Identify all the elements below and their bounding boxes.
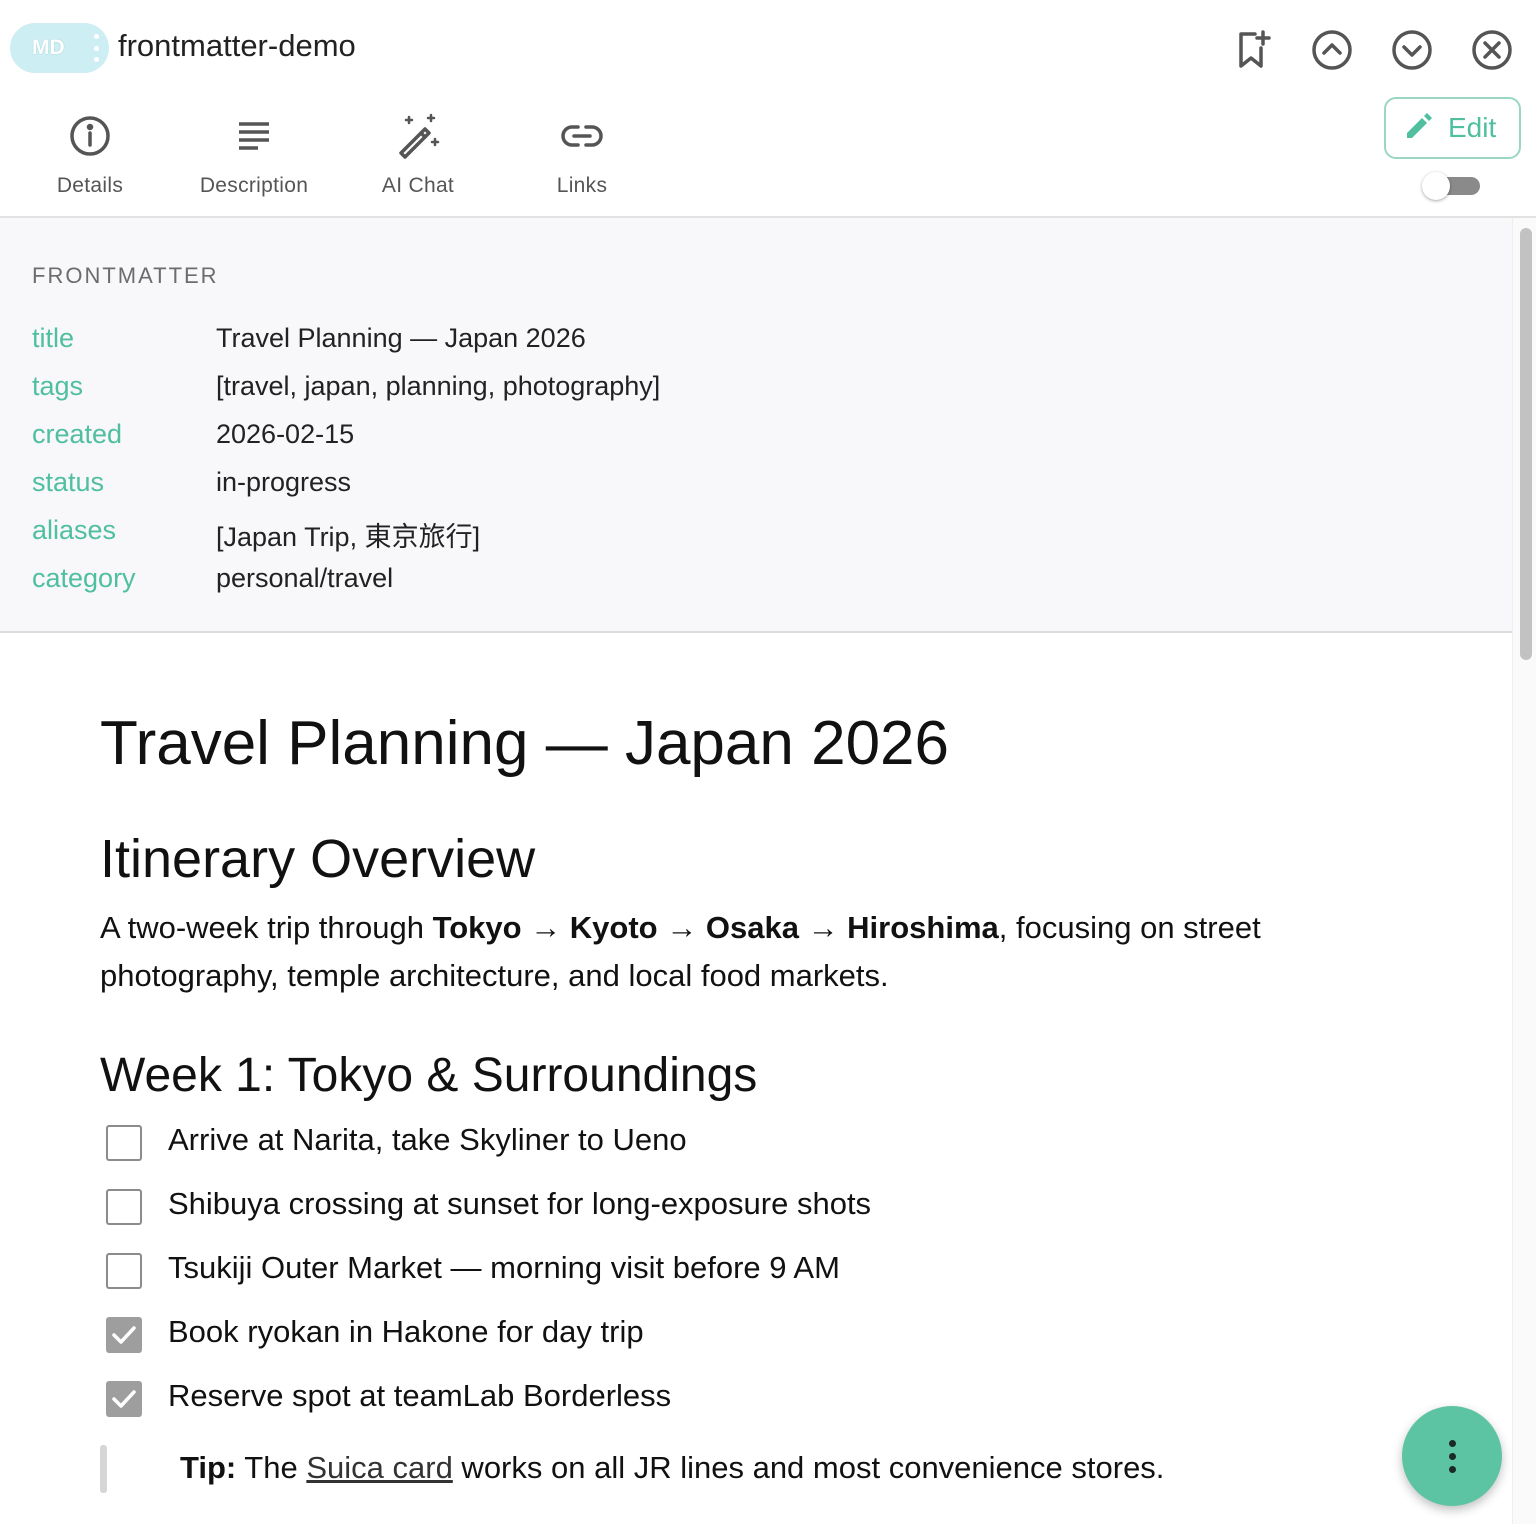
tab-bar: Details Description AI Chat Links: [0, 100, 1536, 216]
edit-button[interactable]: Edit: [1384, 97, 1521, 159]
city-tokyo: Tokyo: [432, 910, 522, 945]
tab-ai-chat[interactable]: AI Chat: [336, 112, 500, 198]
task-checkbox[interactable]: [106, 1125, 142, 1161]
task-text: Tsukiji Outer Market — morning visit bef…: [168, 1250, 840, 1285]
edit-button-label: Edit: [1448, 112, 1497, 143]
task-item[interactable]: Book ryokan in Hakone for day trip: [106, 1314, 1306, 1354]
frontmatter-row: tags [travel, japan, planning, photograp…: [32, 371, 1432, 411]
city-kyoto: Kyoto: [569, 910, 658, 945]
tab-links-label: Links: [556, 174, 608, 197]
section-heading: Itinerary Overview: [100, 829, 536, 889]
badge-menu-icon[interactable]: [94, 34, 100, 62]
info-icon: [8, 112, 172, 160]
task-checkbox[interactable]: [106, 1189, 142, 1225]
task-text: Book ryokan in Hakone for day trip: [168, 1314, 644, 1349]
text-lines-icon: [172, 112, 336, 160]
frontmatter-row: category personal/travel: [32, 563, 1432, 603]
chevron-up-circle-icon[interactable]: [1310, 28, 1354, 72]
task-checkbox[interactable]: [106, 1253, 142, 1289]
tip-label: Tip:: [180, 1450, 237, 1485]
task-checkbox-checked[interactable]: [106, 1381, 142, 1417]
tip-text: Tip: The Suica card works on all JR line…: [180, 1450, 1165, 1485]
frontmatter-row: status in-progress: [32, 467, 1432, 507]
tab-details[interactable]: Details: [8, 112, 172, 198]
task-item[interactable]: Arrive at Narita, take Skyliner to Ueno: [106, 1122, 1306, 1162]
pencil-icon: [1404, 111, 1434, 146]
frontmatter-value: [travel, japan, planning, photography]: [216, 371, 661, 401]
close-circle-icon[interactable]: [1470, 28, 1514, 72]
link-icon: [500, 112, 664, 160]
task-item[interactable]: Reserve spot at teamLab Borderless: [106, 1378, 1306, 1418]
suica-card-link[interactable]: Suica card: [306, 1450, 452, 1485]
frontmatter-row: created 2026-02-15: [32, 419, 1432, 459]
magic-wand-icon: [336, 112, 500, 160]
more-vertical-icon: [1448, 1439, 1456, 1473]
task-text: Arrive at Narita, take Skyliner to Ueno: [168, 1122, 687, 1157]
tab-links[interactable]: Links: [500, 112, 664, 198]
title-bar: MD frontmatter-demo: [0, 0, 1536, 96]
city-hiroshima: Hiroshima: [847, 910, 999, 945]
frontmatter-key: title: [32, 323, 75, 353]
city-osaka: Osaka: [705, 910, 799, 945]
tip-blockquote: Tip: The Suica card works on all JR line…: [100, 1443, 1400, 1493]
chevron-down-circle-icon[interactable]: [1390, 28, 1434, 72]
frontmatter-value: Travel Planning — Japan 2026: [216, 323, 586, 353]
task-item[interactable]: Tsukiji Outer Market — morning visit bef…: [106, 1250, 1306, 1290]
frontmatter-panel: FRONTMATTER title Travel Planning — Japa…: [0, 218, 1512, 633]
frontmatter-value: [Japan Trip, 東京旅行]: [216, 522, 481, 552]
subsection-heading: Week 1: Tokyo & Surroundings: [100, 1049, 758, 1102]
frontmatter-key: created: [32, 419, 123, 449]
more-options-button[interactable]: [1402, 1406, 1502, 1506]
task-checkbox-checked[interactable]: [106, 1317, 142, 1353]
frontmatter-value: personal/travel: [216, 563, 394, 593]
document-title: Travel Planning — Japan 2026: [100, 709, 950, 778]
frontmatter-key: tags: [32, 371, 84, 401]
frontmatter-key: status: [32, 467, 105, 497]
frontmatter-row: title Travel Planning — Japan 2026: [32, 323, 1432, 363]
overview-paragraph: A two-week trip through Tokyo → Kyoto → …: [100, 910, 1261, 993]
frontmatter-key: category: [32, 563, 136, 593]
task-text: Shibuya crossing at sunset for long-expo…: [168, 1186, 872, 1221]
frontmatter-key: aliases: [32, 515, 117, 545]
tab-description-label: Description: [199, 174, 309, 197]
frontmatter-value: in-progress: [216, 467, 352, 497]
frontmatter-heading: FRONTMATTER: [32, 263, 219, 288]
blockquote-bar: [100, 1445, 107, 1493]
scrollbar-thumb[interactable]: [1520, 228, 1532, 660]
file-type-badge[interactable]: MD: [10, 23, 109, 73]
document-name: frontmatter-demo: [118, 28, 356, 63]
frontmatter-value: 2026-02-15: [216, 419, 355, 449]
tab-ai-chat-label: AI Chat: [381, 174, 455, 197]
scrollbar[interactable]: [1512, 218, 1536, 1524]
file-type-label: MD: [32, 36, 65, 59]
frontmatter-row: aliases [Japan Trip, 東京旅行]: [32, 515, 1432, 555]
tab-description[interactable]: Description: [172, 112, 336, 198]
mode-toggle[interactable]: [1422, 171, 1480, 201]
bookmark-add-icon[interactable]: [1231, 28, 1275, 72]
task-item[interactable]: Shibuya crossing at sunset for long-expo…: [106, 1186, 1306, 1226]
task-text: Reserve spot at teamLab Borderless: [168, 1378, 672, 1413]
tab-details-label: Details: [56, 174, 124, 197]
